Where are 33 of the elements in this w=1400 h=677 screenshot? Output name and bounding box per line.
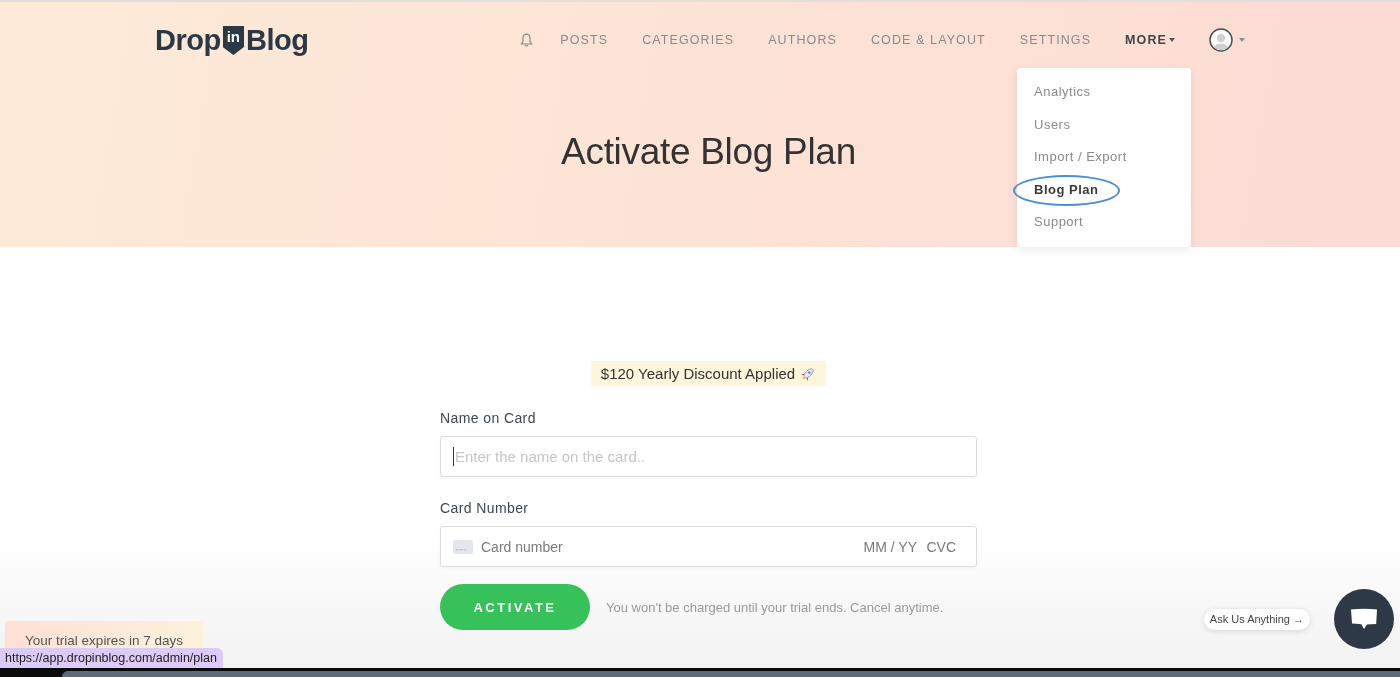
menu-item[interactable]: Analytics [1017,76,1191,109]
caret-icon [1169,38,1175,42]
menu-item[interactable]: Import / Export [1017,141,1191,174]
nav-link[interactable]: SETTINGS [1019,33,1092,47]
nav-link[interactable]: AUTHORS [768,33,837,47]
avatar-icon [1209,28,1233,52]
discount-text: $120 Yearly Discount Applied [600,365,796,382]
card-number-input[interactable]: Card number [481,538,855,555]
field-label: Card Number [440,499,530,517]
cvc-input[interactable]: CVC [925,538,956,555]
card-input-field[interactable]: Card number MM / YY CVC [440,526,977,567]
field-label: Name on Card [440,409,537,427]
status-url-tooltip: https://app.dropinblog.com/admin/plan [0,648,223,668]
credit-card-icon [453,539,473,554]
menu-item[interactable]: Support [1017,206,1191,239]
speech-bubble-icon [1350,608,1378,630]
page-title: Activate Blog Plan [561,130,856,174]
activate-button[interactable]: ACTIVATE [440,584,590,630]
nav-link[interactable]: MORE [1125,33,1175,47]
nav-link[interactable]: CODE & LAYOUT [871,33,986,47]
trial-message: Your trial expires in 7 days [25,633,183,648]
nav-link[interactable]: CATEGORIES [642,33,735,47]
account-menu-button[interactable] [1209,28,1245,52]
name-input-field[interactable]: Enter the name on the card.. [440,436,977,477]
logo[interactable]: Drop in Blog [155,24,309,56]
menu-item[interactable]: Users [1017,108,1191,141]
menu-item[interactable]: Blog Plan [1017,173,1191,206]
trial-note: You won't be charged until your trial ends. Cancel anytime. [606,599,944,615]
expiry-input[interactable]: MM / YY [863,538,917,555]
caret-icon [1239,38,1245,42]
rocket-icon [800,365,817,382]
nav-link[interactable]: POSTS [560,33,609,47]
bell-icon[interactable] [520,33,534,47]
